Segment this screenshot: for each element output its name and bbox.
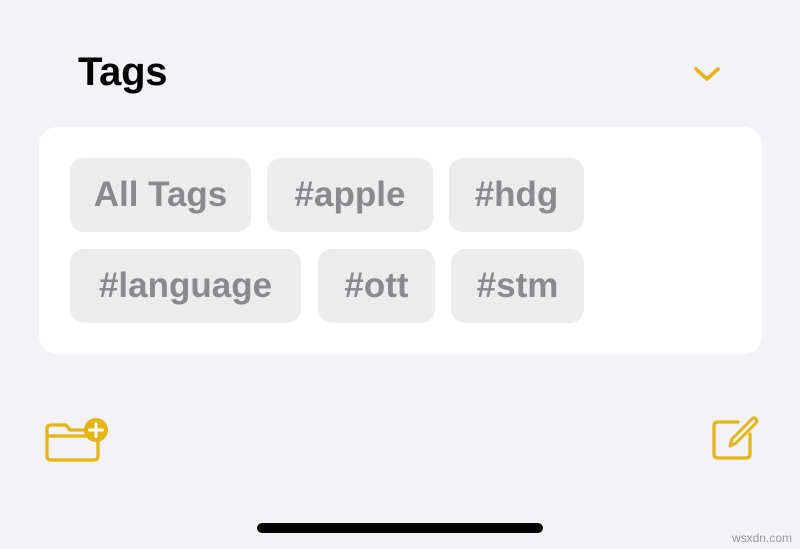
tag-chip-apple[interactable]: #apple: [267, 158, 433, 232]
tags-card: All Tags #apple #hdg #language #ott #stm: [39, 127, 762, 354]
tag-chip-language[interactable]: #language: [70, 249, 301, 323]
home-indicator[interactable]: [257, 523, 543, 533]
tags-section-header: Tags: [78, 48, 738, 104]
tag-chip-stm[interactable]: #stm: [451, 249, 584, 323]
tag-chip-all-tags[interactable]: All Tags: [70, 158, 251, 232]
tag-chip-ott[interactable]: #ott: [318, 249, 435, 323]
tags-screen: { "header": { "title": "Tags", "collapse…: [0, 0, 800, 549]
section-title: Tags: [78, 50, 168, 94]
chevron-down-icon[interactable]: [692, 62, 722, 86]
compose-icon[interactable]: [708, 412, 760, 464]
folder-plus-icon[interactable]: [42, 414, 110, 464]
watermark-text: wsxdn.com: [731, 531, 792, 545]
tag-chip-hdg[interactable]: #hdg: [449, 158, 584, 232]
